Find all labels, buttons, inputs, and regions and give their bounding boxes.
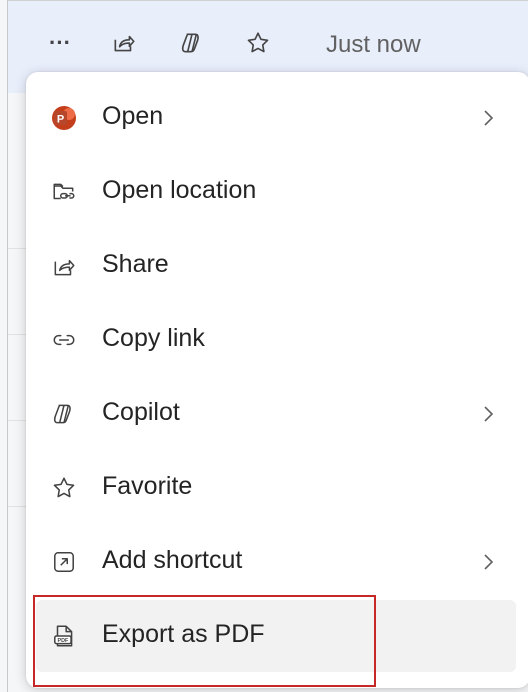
frame-left-border [7, 0, 8, 692]
svg-text:PDF: PDF [58, 638, 70, 644]
menu-item-label: Add shortcut [102, 546, 243, 574]
modified-timestamp: Just now [326, 31, 421, 58]
menu-item-label: Open [102, 102, 164, 130]
star-icon [50, 474, 78, 502]
favorite-button[interactable] [240, 27, 276, 63]
context-menu: P Open Open location Share Copy link Cop… [26, 72, 528, 688]
chevron-right-icon [482, 403, 500, 425]
chevron-right-icon [482, 107, 500, 129]
menu-item-copilot[interactable]: Copilot [36, 378, 516, 450]
more-options-label: ··· [49, 30, 71, 55]
menu-item-label: Export as PDF [102, 620, 265, 648]
app-frame: ··· Just now P Open Open location Share … [0, 0, 528, 692]
menu-item-label: Share [102, 250, 169, 278]
menu-item-add-shortcut[interactable]: Add shortcut [36, 526, 516, 598]
copilot-button[interactable] [174, 27, 210, 63]
powerpoint-icon: P [50, 104, 78, 132]
share-icon [111, 30, 137, 61]
share-button[interactable] [106, 27, 142, 63]
svg-text:P: P [57, 114, 64, 126]
menu-item-copy-link[interactable]: Copy link [36, 304, 516, 376]
menu-item-share[interactable]: Share [36, 230, 516, 302]
menu-item-label: Open location [102, 176, 257, 204]
menu-item-open[interactable]: P Open [36, 82, 516, 154]
copilot-icon [179, 30, 205, 61]
share-icon [50, 252, 78, 280]
more-options-button[interactable]: ··· [42, 25, 78, 61]
shortcut-icon [50, 548, 78, 576]
chevron-right-icon [482, 551, 500, 573]
menu-item-label: Copy link [102, 324, 205, 352]
menu-item-open-location[interactable]: Open location [36, 156, 516, 228]
menu-item-export-pdf[interactable]: PDF Export as PDF [36, 600, 516, 672]
link-icon [50, 326, 78, 354]
pdf-icon: PDF [50, 622, 78, 650]
menu-item-favorite[interactable]: Favorite [36, 452, 516, 524]
menu-item-label: Favorite [102, 472, 193, 500]
copilot-icon [50, 400, 78, 428]
star-icon [245, 30, 271, 61]
folder-link-icon [50, 178, 78, 206]
menu-item-label: Copilot [102, 398, 180, 426]
